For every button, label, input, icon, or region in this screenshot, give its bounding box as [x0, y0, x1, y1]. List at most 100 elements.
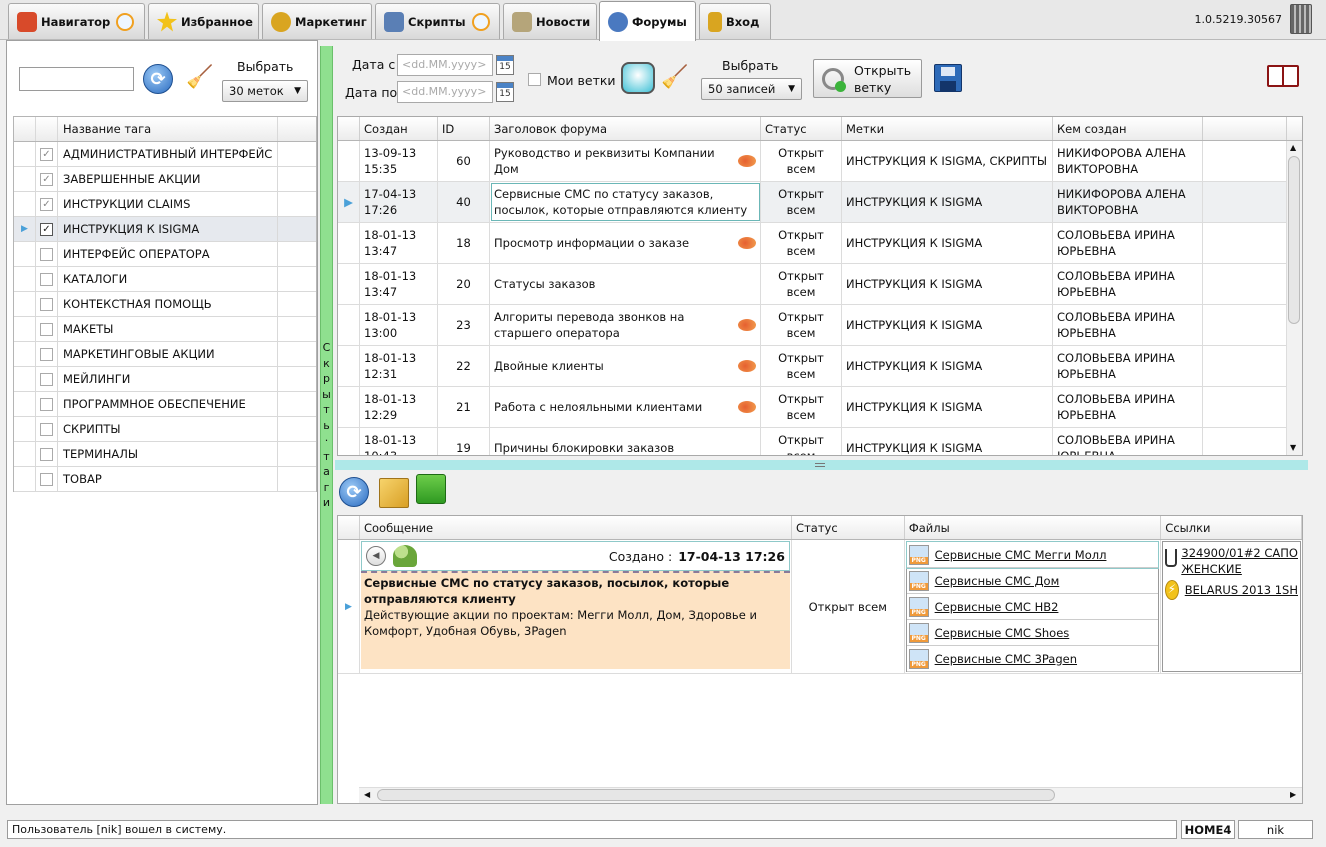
column-header-tags[interactable]: Метки — [842, 117, 1053, 140]
message-subject: Сервисные СМС по статусу заказов, посыло… — [363, 576, 730, 606]
forum-row[interactable]: ▶ 17-04-13 17:26 40 Сервисные СМС по стат… — [338, 182, 1302, 223]
message-row[interactable]: ▶ ◀ Создано : 17-04-13 17:26 Сервисные С… — [338, 540, 1302, 674]
tab-marketing[interactable]: Маркетинг — [262, 3, 372, 39]
column-header-message[interactable]: Сообщение — [360, 516, 793, 539]
status-text: всем — [786, 285, 816, 299]
date-to-input[interactable]: <dd.MM.yyyy> — [397, 81, 493, 103]
tag-checkbox[interactable] — [40, 297, 53, 311]
back-icon[interactable]: ◀ — [365, 546, 386, 566]
tab-login[interactable]: Вход — [699, 3, 771, 39]
row-indicator-icon — [14, 342, 36, 366]
book-icon[interactable] — [1267, 65, 1299, 87]
forum-row[interactable]: 18-01-13 13:00 23 Алгориты перевода звонк… — [338, 305, 1302, 346]
date-from-input[interactable]: <dd.MM.yyyy> — [397, 54, 493, 76]
forum-row[interactable]: 18-01-13 12:31 22 Двойные клиенты Открыт в… — [338, 346, 1302, 387]
link-item[interactable]: ⚡ BELARUS 2013 1SH — [1165, 580, 1298, 600]
tag-checkbox[interactable] — [40, 447, 53, 461]
open-thread-label: Открыть — [854, 62, 912, 78]
tab-navigator[interactable]: Навигатор — [8, 3, 145, 39]
column-header-files[interactable]: Файлы — [905, 516, 1162, 539]
column-header-title[interactable]: Заголовок форума — [490, 117, 761, 140]
tags-grid-header: Название тага — [14, 117, 316, 142]
forum-row[interactable]: 13-09-13 15:35 60 Руководство и реквизиты… — [338, 141, 1302, 182]
tab-favorites[interactable]: Избранное — [148, 3, 259, 39]
tag-row[interactable]: МЕЙЛИНГИ — [14, 367, 316, 392]
forum-row[interactable]: 18-01-13 10:43 19 Причины блокировки зака… — [338, 428, 1302, 455]
tag-checkbox[interactable] — [40, 372, 53, 386]
file-item[interactable]: PNG Сервисные СМС Мегги Молл — [905, 541, 1160, 569]
calendar-icon[interactable]: 15 — [496, 55, 514, 75]
refresh-messages-button[interactable]: ⟳ — [339, 477, 369, 507]
tag-row[interactable]: МАРКЕТИНГОВЫЕ АКЦИИ — [14, 342, 316, 367]
forum-tags: ИНСТРУКЦИЯ К ISIGMA — [842, 346, 1053, 386]
tag-row[interactable]: СКРИПТЫ — [14, 417, 316, 442]
tag-checkbox[interactable]: ✓ — [40, 172, 53, 186]
tab-scripts[interactable]: Скрипты — [375, 3, 500, 39]
tag-checkbox[interactable] — [40, 347, 53, 361]
panel-splitter[interactable] — [335, 460, 1308, 470]
forum-title: Просмотр информации о заказе — [494, 236, 690, 250]
records-count-dropdown[interactable]: 50 записей ▼ — [701, 78, 802, 100]
tag-search-input[interactable] — [19, 67, 134, 91]
scroll-left-icon[interactable]: ◀ — [364, 790, 370, 799]
tag-row[interactable]: КАТАЛОГИ — [14, 267, 316, 292]
file-item[interactable]: PNG Сервисные СМС 3Pagen — [906, 646, 1158, 672]
link-item[interactable]: 324900/01#2 САПО ЖЕНСКИЕ — [1165, 545, 1298, 577]
column-header-tag-name[interactable]: Название тага — [58, 117, 278, 141]
forum-id: 21 — [438, 387, 490, 427]
hide-tags-label[interactable]: Ск р ы т ь · т а г и — [320, 340, 333, 511]
calendar-icon[interactable]: 15 — [496, 82, 514, 102]
tag-checkbox[interactable] — [40, 422, 53, 436]
open-thread-button[interactable]: Открыть ветку — [813, 59, 922, 98]
tag-checkbox[interactable] — [40, 272, 53, 286]
my-threads-checkbox[interactable] — [528, 73, 541, 86]
tag-row[interactable]: ТОВАР — [14, 467, 316, 492]
tag-row[interactable]: КОНТЕКСТНАЯ ПОМОЩЬ — [14, 292, 316, 317]
tag-row[interactable]: ИНТЕРФЕЙС ОПЕРАТОРА — [14, 242, 316, 267]
forum-row[interactable]: 18-01-13 13:47 20 Статусы заказов Открыт в… — [338, 264, 1302, 305]
folder-attach-icon[interactable] — [379, 478, 409, 508]
robot-icon[interactable] — [621, 62, 655, 94]
tag-row[interactable]: ✓ ИНСТРУКЦИИ CLAIMS — [14, 192, 316, 217]
tab-label: Навигатор — [41, 14, 111, 29]
file-item[interactable]: PNG Сервисные СМС Shoes — [906, 620, 1158, 646]
column-header-status[interactable]: Статус — [792, 516, 905, 539]
tab-news[interactable]: Новости — [503, 3, 597, 39]
forum-id: 20 — [438, 264, 490, 304]
column-header-links[interactable]: Ссылки — [1161, 516, 1302, 539]
tag-row[interactable]: ▶ ✓ ИНСТРУКЦИЯ К ISIGMA — [14, 217, 316, 242]
tags-count-dropdown[interactable]: 30 меток ▼ — [222, 80, 308, 102]
scroll-down-icon[interactable]: ▼ — [1290, 443, 1296, 452]
tag-row[interactable]: ТЕРМИНАЛЫ — [14, 442, 316, 467]
file-item[interactable]: PNG Сервисные СМС НВ2 — [906, 594, 1158, 620]
tag-row[interactable]: МАКЕТЫ — [14, 317, 316, 342]
tag-checkbox[interactable] — [40, 472, 53, 486]
column-header-created[interactable]: Создан — [360, 117, 438, 140]
scrollbar-thumb[interactable] — [1288, 156, 1300, 324]
tag-checkbox[interactable]: ✓ — [40, 222, 53, 236]
tag-checkbox[interactable] — [40, 322, 53, 336]
tag-checkbox[interactable]: ✓ — [40, 147, 53, 161]
save-icon[interactable] — [934, 64, 962, 92]
column-header-author[interactable]: Кем создан — [1053, 117, 1203, 140]
shopping-bag-icon[interactable] — [416, 474, 446, 504]
tab-forums[interactable]: Форумы — [599, 1, 696, 41]
scroll-right-icon[interactable]: ▶ — [1290, 790, 1296, 799]
tag-checkbox[interactable] — [40, 247, 53, 261]
clear-tags-button[interactable]: 🧹 — [186, 62, 213, 92]
tag-row[interactable]: ПРОГРАММНОЕ ОБЕСПЕЧЕНИЕ — [14, 392, 316, 417]
tag-checkbox[interactable]: ✓ — [40, 197, 53, 211]
refresh-tags-button[interactable]: ⟳ — [143, 64, 173, 94]
tag-row[interactable]: ✓ АДМИНИСТРАТИВНЫЙ ИНТЕРФЕЙС — [14, 142, 316, 167]
tag-row[interactable]: ✓ ЗАВЕРШЕННЫЕ АКЦИИ — [14, 167, 316, 192]
clear-filters-button[interactable]: 🧹 — [661, 62, 688, 92]
column-header-id[interactable]: ID — [438, 117, 490, 140]
trash-icon[interactable] — [1290, 4, 1312, 34]
forum-row[interactable]: 18-01-13 12:29 21 Работа с нелояльными кл… — [338, 387, 1302, 428]
column-header-status[interactable]: Статус — [761, 117, 842, 140]
tag-checkbox[interactable] — [40, 397, 53, 411]
scroll-up-icon[interactable]: ▲ — [1290, 143, 1296, 152]
file-item[interactable]: PNG Сервисные СМС Дом — [906, 568, 1158, 594]
forum-row[interactable]: 18-01-13 13:47 18 Просмотр информации о з… — [338, 223, 1302, 264]
scrollbar-thumb[interactable] — [377, 789, 1055, 801]
